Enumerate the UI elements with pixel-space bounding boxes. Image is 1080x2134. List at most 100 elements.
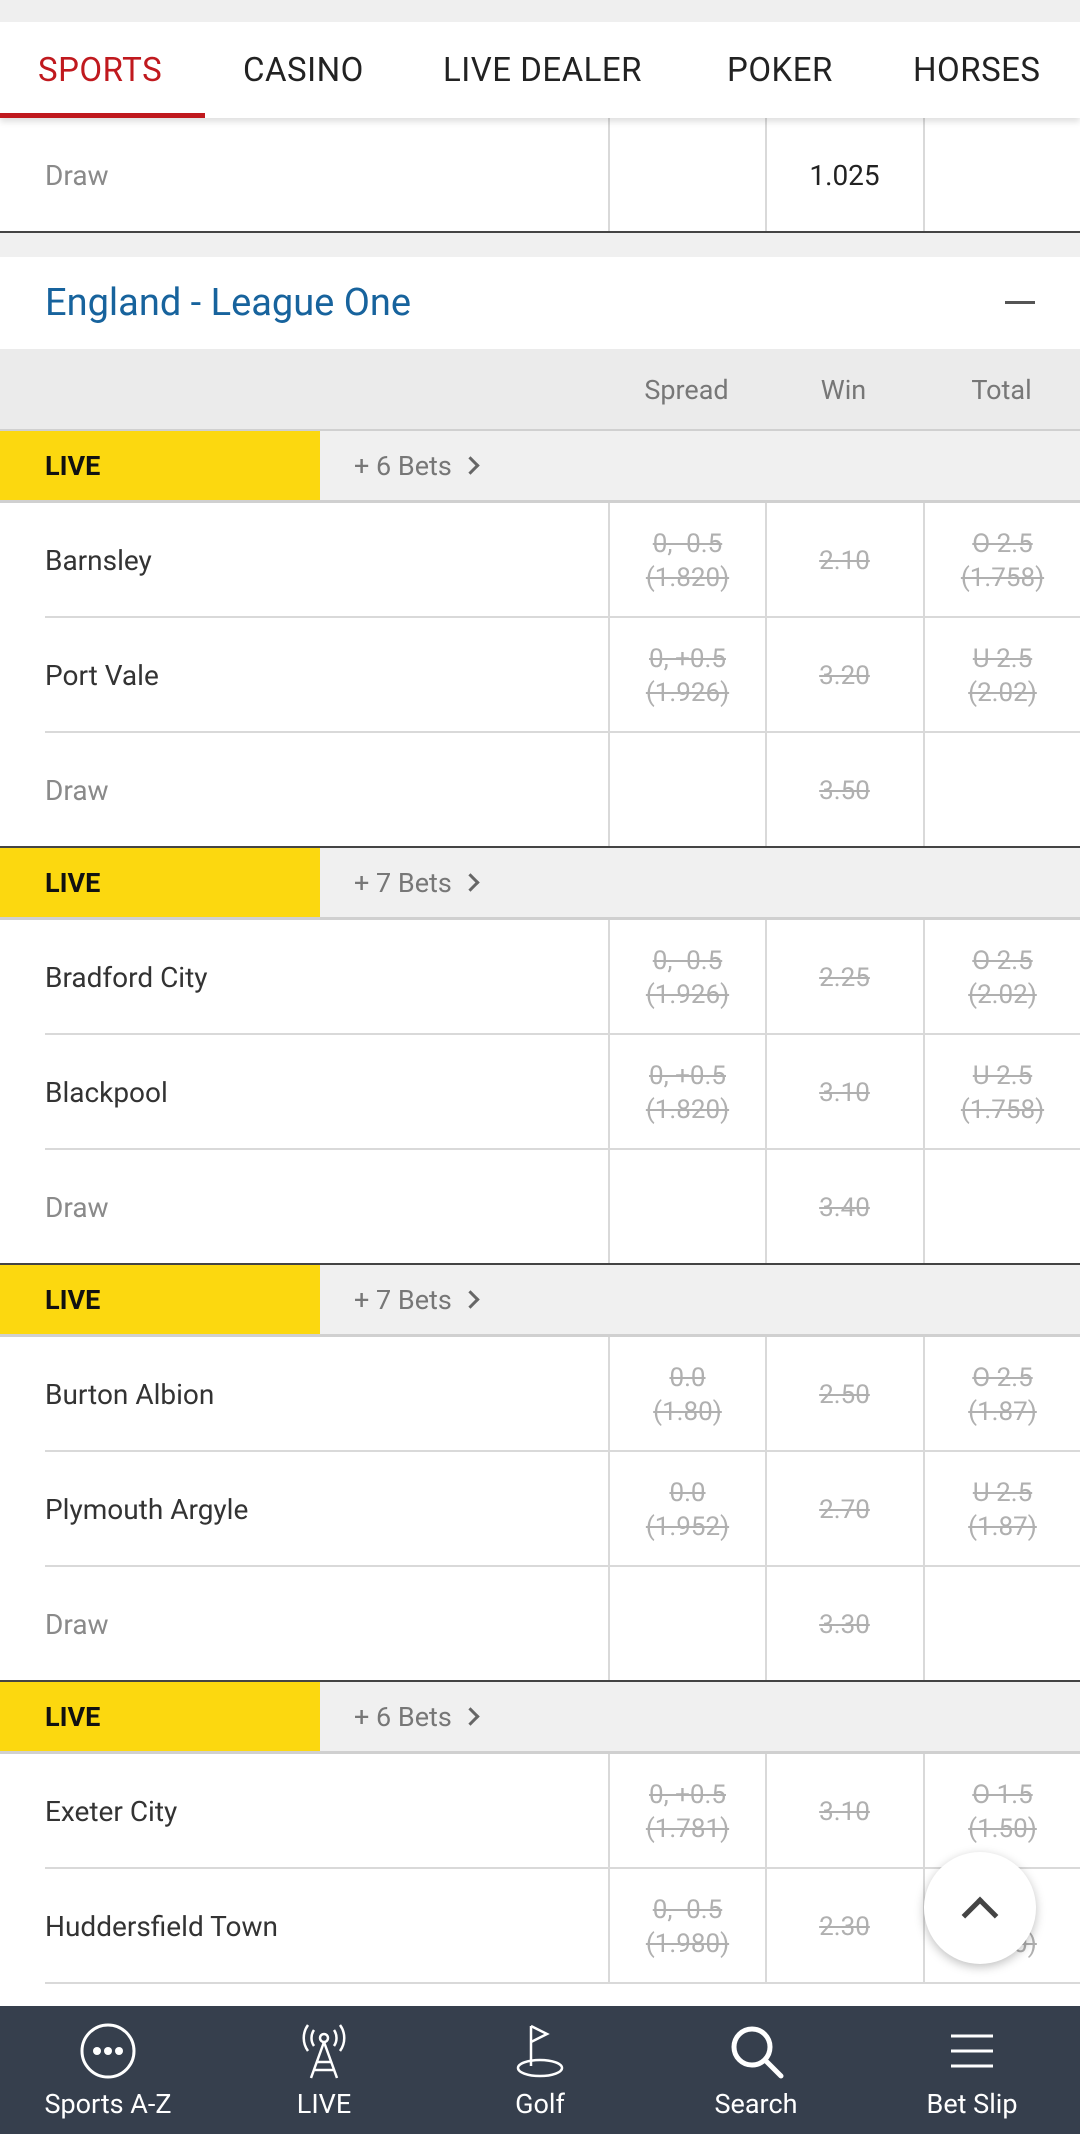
table-row: Port Vale 0, +0.5 (1.926) 3.20 U 2.5 (2.02) bbox=[0, 618, 1080, 733]
total-cell[interactable]: O 1.5 (1.50) bbox=[923, 1754, 1080, 1869]
spread-line: 0, -0.5 bbox=[652, 945, 723, 976]
live-match-header[interactable]: LIVE + 6 Bets bbox=[0, 431, 1080, 503]
spread-cell[interactable]: 0.0 (1.80) bbox=[608, 1337, 765, 1452]
tab-poker[interactable]: POKER bbox=[705, 22, 895, 118]
nav-label: Golf bbox=[515, 2088, 565, 2120]
table-row: Draw 3.50 bbox=[0, 733, 1080, 848]
win-odds: 3.50 bbox=[819, 775, 870, 806]
win-odds-cell[interactable]: 2.10 bbox=[765, 503, 922, 618]
more-bets-link[interactable]: + 7 Bets bbox=[354, 1265, 480, 1334]
win-odds-cell[interactable]: 3.40 bbox=[765, 1150, 922, 1265]
chevron-up-icon bbox=[961, 1896, 999, 1934]
spread-cell[interactable]: 0.0 (1.952) bbox=[608, 1452, 765, 1567]
win-odds: 2.10 bbox=[819, 545, 870, 576]
chevron-right-icon bbox=[461, 1707, 480, 1726]
tab-horses[interactable]: HORSES bbox=[895, 22, 1080, 118]
spread-line: 0, +0.5 bbox=[648, 1779, 726, 1810]
draw-label: Draw bbox=[45, 1608, 109, 1641]
team-name: Exeter City bbox=[45, 1795, 178, 1828]
win-odds-cell[interactable]: 3.10 bbox=[765, 1754, 922, 1869]
more-bets-label: + 6 Bets bbox=[354, 1700, 452, 1733]
odds-value: 1.025 bbox=[809, 158, 880, 192]
live-badge: LIVE bbox=[0, 1265, 320, 1334]
spread-cell[interactable]: 0, +0.5 (1.926) bbox=[608, 618, 765, 733]
win-odds-cell[interactable]: 3.50 bbox=[765, 733, 922, 848]
table-row: Bradford City 0, -0.5 (1.926) 2.25 O 2.5 (2.0… bbox=[0, 920, 1080, 1035]
live-match-header[interactable]: LIVE + 7 Bets bbox=[0, 848, 1080, 920]
draw-label: Draw bbox=[45, 774, 109, 807]
table-row: Huddersfield Town0, -0.5(1.980)2.30U 1.5… bbox=[0, 1869, 1080, 1984]
win-odds-cell[interactable]: 3.30 bbox=[765, 1567, 922, 1682]
total-cell[interactable]: O 2.5 (1.758) bbox=[923, 503, 1080, 618]
column-headers: Spread Win Total bbox=[0, 349, 1080, 431]
total-line: U 2.5 bbox=[972, 1477, 1033, 1508]
total-line: O 1.5 bbox=[972, 1779, 1033, 1810]
win-odds-cell[interactable]: 2.50 bbox=[765, 1337, 922, 1452]
scroll-to-top-button[interactable] bbox=[924, 1852, 1036, 1964]
spread-odds: (1.820) bbox=[645, 1094, 730, 1125]
section-gap bbox=[0, 233, 1080, 257]
total-cell[interactable] bbox=[923, 1150, 1080, 1265]
win-odds-cell[interactable]: 3.10 bbox=[765, 1035, 922, 1150]
league-header[interactable]: England - League One bbox=[0, 257, 1080, 349]
more-bets-link[interactable]: + 6 Bets bbox=[354, 1682, 480, 1751]
total-cell[interactable] bbox=[923, 118, 1080, 233]
live-match-header[interactable]: LIVE + 7 Bets bbox=[0, 1265, 1080, 1337]
win-odds-cell[interactable]: 3.20 bbox=[765, 618, 922, 733]
win-odds: 2.25 bbox=[819, 962, 870, 993]
total-cell[interactable]: U 2.5 (2.02) bbox=[923, 618, 1080, 733]
total-cell[interactable] bbox=[923, 733, 1080, 848]
more-bets-link[interactable]: + 7 Bets bbox=[354, 848, 480, 917]
spread-cell[interactable]: 0, -0.5 (1.820) bbox=[608, 503, 765, 618]
total-cell[interactable] bbox=[923, 1567, 1080, 1682]
win-odds-cell[interactable]: 2.70 bbox=[765, 1452, 922, 1567]
spread-cell[interactable]: 0, +0.5 (1.781) bbox=[608, 1754, 765, 1869]
spread-line: 0, -0.5 bbox=[652, 1894, 723, 1925]
total-cell[interactable]: O 2.5 (2.02) bbox=[923, 920, 1080, 1035]
total-cell[interactable]: O 2.5 (1.87) bbox=[923, 1337, 1080, 1452]
spread-odds: (1.952) bbox=[645, 1511, 730, 1542]
nav-bet-slip[interactable]: Bet Slip bbox=[864, 2006, 1080, 2134]
spread-cell[interactable]: 0, -0.5 (1.980) bbox=[608, 1869, 765, 1984]
odds-content: Draw 1.025 England - League One Spread W… bbox=[0, 118, 1080, 1984]
more-bets-link[interactable]: + 6 Bets bbox=[354, 431, 480, 500]
total-odds: (2.02) bbox=[968, 979, 1037, 1010]
win-odds-cell[interactable]: 2.25 bbox=[765, 920, 922, 1035]
spread-cell[interactable] bbox=[608, 1150, 765, 1265]
spread-cell[interactable]: 0, +0.5 (1.820) bbox=[608, 1035, 765, 1150]
tab-casino[interactable]: CASINO bbox=[205, 22, 405, 118]
chevron-right-icon bbox=[461, 1290, 480, 1309]
row-divider bbox=[0, 231, 1080, 233]
more-bets-label: + 7 Bets bbox=[354, 866, 452, 899]
tab-live-dealer[interactable]: LIVE DEALER bbox=[405, 22, 705, 118]
nav-label: LIVE bbox=[296, 2088, 352, 2120]
win-odds: 3.30 bbox=[819, 1609, 870, 1640]
table-row: Blackpool 0, +0.5 (1.820) 3.10 U 2.5 (1.758) bbox=[0, 1035, 1080, 1150]
nav-sports-a-z[interactable]: Sports A-Z bbox=[0, 2006, 216, 2134]
collapse-icon[interactable] bbox=[1005, 301, 1035, 304]
nav-golf[interactable]: Golf bbox=[432, 2006, 648, 2134]
table-row: Plymouth Argyle 0.0 (1.952) 2.70 U 2.5 (1.87) bbox=[0, 1452, 1080, 1567]
row-divider bbox=[45, 1982, 1080, 1984]
live-match-header[interactable]: LIVE + 6 Bets bbox=[0, 1682, 1080, 1754]
nav-live[interactable]: LIVE bbox=[216, 2006, 432, 2134]
nav-search[interactable]: Search bbox=[648, 2006, 864, 2134]
win-odds-cell[interactable]: 2.30 bbox=[765, 1869, 922, 1984]
total-cell[interactable]: U 2.5 (1.758) bbox=[923, 1035, 1080, 1150]
spread-cell[interactable]: 0, -0.5 (1.926) bbox=[608, 920, 765, 1035]
spread-cell[interactable] bbox=[608, 1567, 765, 1682]
spread-cell[interactable] bbox=[608, 733, 765, 848]
win-odds: 3.20 bbox=[819, 660, 870, 691]
spread-odds: (1.80) bbox=[653, 1396, 722, 1427]
total-line: O 2.5 bbox=[972, 1362, 1033, 1393]
win-odds: 3.10 bbox=[819, 1077, 870, 1108]
tab-sports[interactable]: SPORTS bbox=[0, 22, 205, 118]
spread-line: 0, +0.5 bbox=[648, 643, 726, 674]
spread-cell[interactable] bbox=[608, 118, 765, 233]
win-odds-cell[interactable]: 1.025 bbox=[765, 118, 922, 233]
win-odds: 2.70 bbox=[819, 1494, 870, 1525]
total-cell[interactable]: U 2.5 (1.87) bbox=[923, 1452, 1080, 1567]
live-badge: LIVE bbox=[0, 848, 320, 917]
win-odds: 2.30 bbox=[819, 1911, 870, 1942]
team-name: Port Vale bbox=[45, 659, 159, 692]
